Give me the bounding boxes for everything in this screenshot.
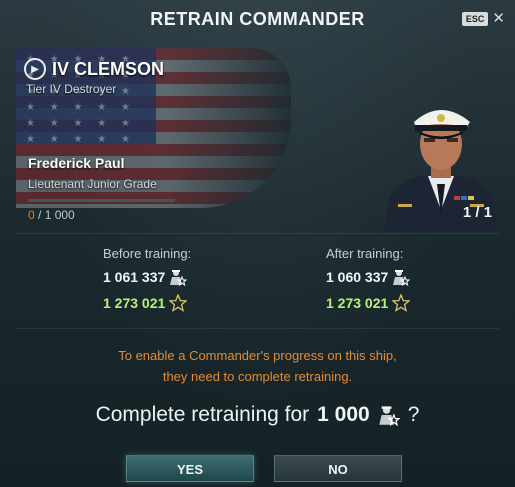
commander-name: Frederick Paul <box>28 155 125 171</box>
no-button[interactable]: NO <box>274 455 402 482</box>
after-free-xp-row: 1 273 021 <box>326 293 486 313</box>
after-commander-xp-row: 1 060 337 <box>326 267 486 287</box>
ship-tier-type: Tier IV Destroyer <box>26 82 117 96</box>
notice-line-2: they need to complete retraining. <box>162 369 353 384</box>
before-commander-xp-row: 1 061 337 <box>103 267 263 287</box>
divider <box>16 328 499 329</box>
notice-line-1: To enable a Commander's progress on this… <box>118 348 397 363</box>
confirm-suffix: ? <box>407 403 420 426</box>
commander-rank: Lieutenant Junior Grade <box>28 177 157 191</box>
confirm-prefix: Complete retraining for <box>95 403 310 426</box>
after-commander-xp: 1 060 337 <box>326 269 389 285</box>
commander-card: ★ ★ ★ ★ ★ ★ ★ ★ ★ ★ ★ ★ ★ ★ ★ ★ ★ ★ ★ ★ … <box>16 48 498 232</box>
close-icon[interactable]: ✕ <box>492 11 505 26</box>
before-commander-xp: 1 061 337 <box>103 269 166 285</box>
ship-name: IV CLEMSON <box>52 58 165 79</box>
commander-xp-icon <box>393 270 411 286</box>
destroyer-class-icon: ▶ <box>24 58 46 80</box>
retraining-notice: To enable a Commander's progress on this… <box>0 345 515 387</box>
close-controls: ESC ✕ <box>461 11 505 26</box>
before-free-xp-row: 1 273 021 <box>103 293 263 313</box>
divider <box>16 233 499 234</box>
after-training-panel: After training: 1 060 337 1 273 021 <box>326 246 486 313</box>
xp-progress-bar <box>28 199 175 202</box>
before-training-panel: Before training: 1 061 337 1 273 021 <box>103 246 263 313</box>
dialog-title: RETRAIN COMMANDER <box>150 9 365 29</box>
ship-header: ▶ IV CLEMSON <box>24 58 164 80</box>
yes-button[interactable]: YES <box>126 455 254 482</box>
commander-xp-icon <box>378 406 400 426</box>
esc-key-hint: ESC <box>461 11 489 26</box>
free-xp-star-icon <box>169 294 188 312</box>
before-free-xp: 1 273 021 <box>103 295 166 311</box>
before-training-label: Before training: <box>103 246 192 261</box>
confirm-amount: 1 000 <box>317 403 370 426</box>
after-free-xp: 1 273 021 <box>326 295 389 311</box>
xp-max: / 1 000 <box>38 208 75 222</box>
commander-count: 1 / 1 <box>462 204 492 221</box>
xp-readout: 0 / 1 000 <box>28 208 75 222</box>
confirm-question: Complete retraining for 1 000 ? <box>0 403 515 427</box>
free-xp-star-icon <box>392 294 411 312</box>
xp-current: 0 <box>28 208 35 222</box>
commander-xp-icon <box>170 270 188 286</box>
after-training-label: After training: <box>326 246 404 261</box>
